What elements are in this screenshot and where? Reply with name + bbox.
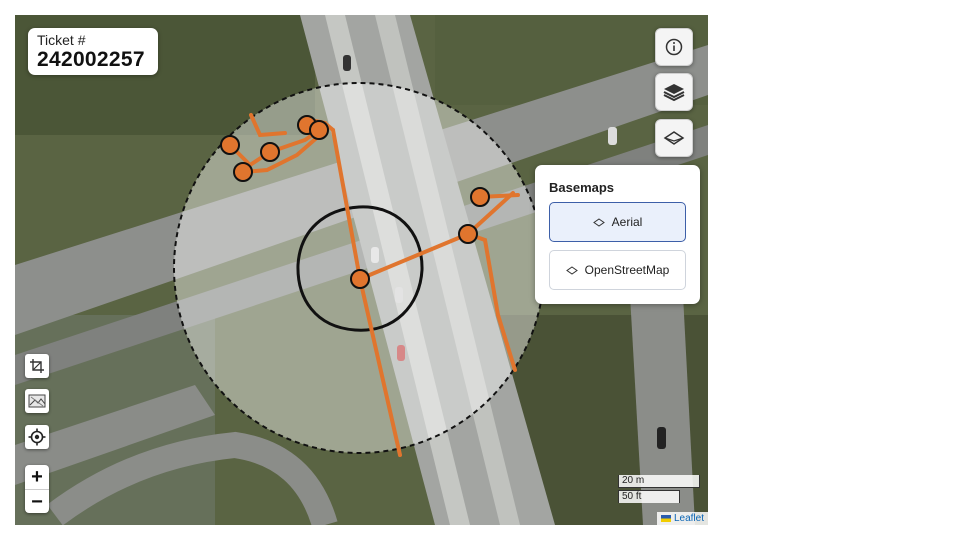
crop-icon <box>30 359 44 373</box>
zoom-out-button[interactable]: − <box>25 489 49 514</box>
ticket-number: 242002257 <box>37 48 145 71</box>
layers-button[interactable] <box>655 73 693 111</box>
crop-button[interactable] <box>25 354 49 378</box>
basemap-option-label: Aerial <box>611 215 643 229</box>
ticket-card: Ticket # 242002257 <box>28 28 158 75</box>
basemap-icon <box>565 265 578 275</box>
basemaps-title: Basemaps <box>549 180 615 195</box>
basemap-icon <box>592 217 605 227</box>
basemap-toggle-button[interactable] <box>655 119 693 157</box>
zoom-in-button[interactable]: + <box>25 465 49 489</box>
scale-imperial: 50 ft <box>618 490 680 503</box>
basemaps-panel: Basemaps Aerial OpenStreetMap <box>535 165 700 304</box>
ticket-label: Ticket # <box>37 32 86 48</box>
zoom-control: + − <box>25 465 49 513</box>
scale-metric: 20 m <box>618 475 700 488</box>
attribution-link[interactable]: Leaflet <box>674 513 704 524</box>
map-image-icon <box>28 394 46 408</box>
map-view[interactable]: Ticket # 242002257 Basemaps Aerial OpenS… <box>15 15 708 525</box>
basemap-toggle-icon <box>663 131 685 145</box>
layers-icon <box>663 84 685 102</box>
map-image-button[interactable] <box>25 389 49 413</box>
locate-button[interactable] <box>25 425 49 449</box>
basemap-option-label: OpenStreetMap <box>584 263 670 277</box>
info-icon <box>665 38 683 56</box>
basemap-option-aerial[interactable]: Aerial <box>549 202 686 242</box>
attribution[interactable]: Leaflet <box>656 512 708 525</box>
locate-icon <box>28 428 46 446</box>
info-button[interactable] <box>655 28 693 66</box>
basemap-option-openstreetmap[interactable]: OpenStreetMap <box>549 250 686 290</box>
ukraine-flag-icon <box>660 515 671 522</box>
